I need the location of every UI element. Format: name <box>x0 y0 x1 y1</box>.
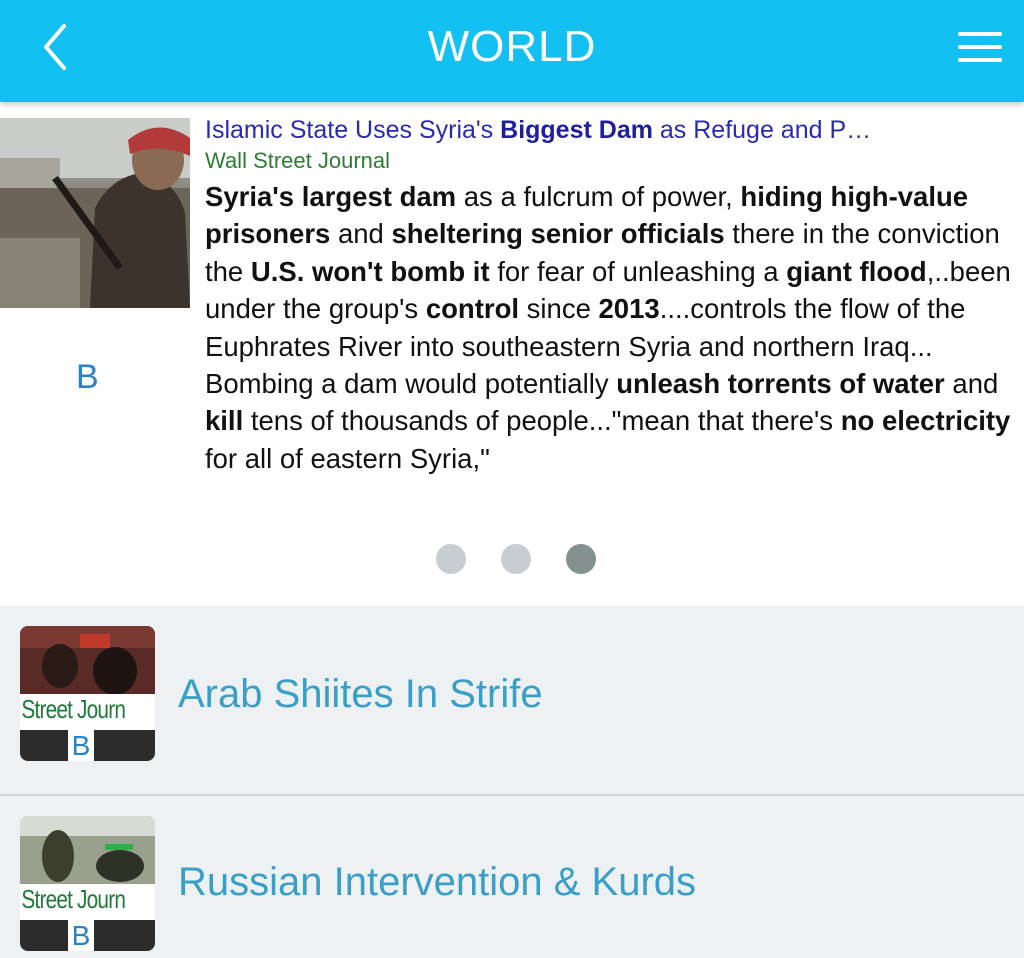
snippet-text-run: tens of thousands of people..."mean that… <box>243 405 841 437</box>
featured-snippet: Syria's largest dam as a fulcrum of powe… <box>205 178 1020 477</box>
snippet-text-run: and <box>330 218 392 250</box>
snippet-bold-run: U.S. won't bomb it <box>250 255 490 287</box>
source-badge: B <box>76 358 99 396</box>
snippet-bold-run: Syria's largest dam <box>205 181 457 212</box>
featured-thumbnail[interactable] <box>0 118 190 308</box>
featured-article[interactable]: B Islamic State Uses Syria's Biggest Dam… <box>0 102 1024 606</box>
hamburger-menu-icon <box>958 32 1002 62</box>
snippet-bold-run: control <box>425 293 520 325</box>
menu-button[interactable] <box>954 22 1006 74</box>
thumbnail-badge: B <box>68 920 94 951</box>
snippet-bold-run: unleash torrents of water <box>616 368 945 400</box>
snippet-bold-run: 2013 <box>598 293 660 325</box>
featured-source: Wall Street Journal <box>205 148 391 173</box>
featured-content: Islamic State Uses Syria's Biggest Dam a… <box>205 114 1020 477</box>
list-item[interactable]: all Street Journ B Arab Shiites In Strif… <box>0 606 1024 796</box>
snippet-bold-run: kill <box>205 405 244 437</box>
snippet-text-run: for all of eastern Syria," <box>205 442 490 474</box>
thumbnail-source-text: all Street Journ <box>20 884 142 920</box>
list-item-thumbnail: all Street Journ B <box>20 816 155 951</box>
snippet-text-run: as a fulcrum of power, <box>456 181 741 212</box>
page-title: WORLD <box>427 22 597 71</box>
thumbnail-badge: B <box>68 730 94 761</box>
snippet-text-run: and <box>944 368 999 400</box>
snippet-text-run: for fear of unleashing a <box>489 255 787 287</box>
pager-dot[interactable] <box>566 544 596 574</box>
app-header: WORLD <box>0 0 1024 102</box>
list-item[interactable]: all Street Journ B Russian Intervention … <box>0 796 1024 958</box>
snippet-bold-run: giant flood <box>786 255 927 287</box>
list-item-title[interactable]: Arab Shiites In Strife <box>178 672 543 717</box>
snippet-bold-run: sheltering senior officials <box>391 218 725 250</box>
thumbnail-source-text: all Street Journ <box>20 694 142 730</box>
list-item-thumbnail: all Street Journ B <box>20 626 155 761</box>
pager-dot[interactable] <box>436 544 466 574</box>
pager-dot[interactable] <box>501 544 531 574</box>
snippet-text-run: since <box>519 293 599 325</box>
list-item-title[interactable]: Russian Intervention & Kurds <box>178 860 696 905</box>
featured-headline[interactable]: Islamic State Uses Syria's Biggest Dam a… <box>205 114 1020 146</box>
snippet-bold-run: no electricity <box>840 405 1011 437</box>
